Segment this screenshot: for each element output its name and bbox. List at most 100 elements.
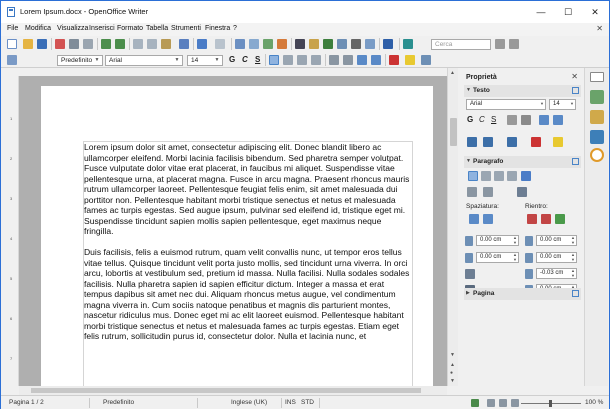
spinner-icon[interactable]: ▲▼ <box>513 235 517 245</box>
numbering-icon[interactable] <box>329 55 339 65</box>
menu-formato[interactable]: Formato <box>117 25 143 32</box>
indent-after-field[interactable]: 0.00 cm ▲ ▼ <box>536 252 577 263</box>
sidebar-align-right-icon[interactable] <box>494 171 504 181</box>
open-folder-icon[interactable] <box>23 39 33 49</box>
font-size-select[interactable]: 14 ▼ <box>187 55 223 66</box>
menu-finestra[interactable]: Finestra <box>205 25 230 32</box>
book-view-icon[interactable] <box>511 399 519 407</box>
close-document-button[interactable]: ✕ <box>596 24 603 33</box>
subscript-icon[interactable] <box>507 137 517 147</box>
zoom-level[interactable]: 100 % <box>585 399 603 406</box>
strikethrough-icon[interactable] <box>507 115 517 125</box>
line-spacing-icon[interactable] <box>517 187 527 197</box>
bold-button[interactable]: G <box>229 55 235 64</box>
menu-help[interactable]: ? <box>233 25 237 32</box>
previous-page-icon[interactable]: ▲ <box>450 362 455 368</box>
decrease-indent-sidebar-icon[interactable] <box>541 214 551 224</box>
font-color-icon[interactable] <box>389 55 399 65</box>
scroll-up-icon[interactable]: ▲ <box>450 70 455 76</box>
section-page-header[interactable]: ▶ Pagina <box>464 288 581 300</box>
character-spacing-icon[interactable] <box>467 137 477 147</box>
align-right-icon[interactable] <box>297 55 307 65</box>
horizontal-scrollbar[interactable] <box>19 386 447 395</box>
print-icon[interactable] <box>69 39 79 49</box>
sidebar-font-color-icon[interactable] <box>531 137 541 147</box>
minimize-button[interactable]: — <box>530 4 552 20</box>
align-center-icon[interactable] <box>283 55 293 65</box>
menu-tabella[interactable]: Tabella <box>146 25 168 32</box>
navigator-tab-icon[interactable] <box>590 148 604 162</box>
scrollbar-thumb[interactable] <box>450 118 457 146</box>
menu-visualizza[interactable]: Visualizza <box>57 25 88 32</box>
section-text-header[interactable]: ▼ Testo <box>464 85 581 97</box>
zoom-icon[interactable] <box>365 39 375 49</box>
undo-icon[interactable] <box>197 39 207 49</box>
redo-icon[interactable] <box>215 39 225 49</box>
save-icon[interactable] <box>37 39 47 49</box>
print-preview-icon[interactable] <box>83 39 93 49</box>
sidebar-bullets-icon[interactable] <box>467 187 477 197</box>
menu-strumenti[interactable]: Strumenti <box>171 25 201 32</box>
decrease-indent-icon[interactable] <box>357 55 367 65</box>
increase-indent-icon[interactable] <box>371 55 381 65</box>
find-previous-icon[interactable] <box>495 39 505 49</box>
grow-font-icon[interactable] <box>539 115 549 125</box>
sidebar-highlight-icon[interactable] <box>553 137 563 147</box>
justify-icon[interactable] <box>311 55 321 65</box>
close-sidebar-button[interactable]: ✕ <box>571 72 578 81</box>
line-spacing-dropdown-icon[interactable] <box>465 269 475 279</box>
page-style[interactable]: Predefinito <box>103 399 134 406</box>
single-page-view-icon[interactable] <box>487 399 495 407</box>
decrease-spacing-icon[interactable] <box>483 214 493 224</box>
sidebar-menu-icon[interactable] <box>590 72 604 82</box>
sidebar-underline-icon[interactable]: S <box>491 115 501 125</box>
sidebar-size-select[interactable]: 14 ▼ <box>549 99 576 110</box>
space-above-field[interactable]: 0.00 cm ▲ ▼ <box>476 235 519 246</box>
chart-icon[interactable] <box>277 39 287 49</box>
styles-icon[interactable] <box>7 55 17 65</box>
close-button[interactable]: ✕ <box>584 4 606 20</box>
find-next-icon[interactable] <box>509 39 519 49</box>
menu-modifica[interactable]: Modifica <box>25 25 51 32</box>
bullets-icon[interactable] <box>343 55 353 65</box>
paragraph-style-select[interactable]: Predefinito ▼ <box>57 55 103 66</box>
navigation-icon[interactable]: ● <box>450 370 453 376</box>
more-options-icon[interactable] <box>572 158 579 165</box>
underline-button[interactable]: S <box>255 55 260 64</box>
increase-spacing-icon[interactable] <box>469 214 479 224</box>
properties-tab-icon[interactable] <box>590 90 604 104</box>
menu-file[interactable]: File <box>7 25 18 32</box>
gallery-icon[interactable] <box>323 39 333 49</box>
find-replace-icon[interactable] <box>295 39 305 49</box>
next-page-icon[interactable]: ▼ <box>450 378 455 384</box>
cut-icon[interactable] <box>133 39 143 49</box>
gallery-tab-icon[interactable] <box>590 130 604 144</box>
sidebar-font-select[interactable]: Arial ▼ <box>466 99 546 110</box>
text-area[interactable]: Lorem ipsum dolor sit amet, consectetur … <box>83 141 413 386</box>
scroll-down-icon[interactable]: ▼ <box>450 352 455 358</box>
shrink-font-icon[interactable] <box>553 115 563 125</box>
paste-icon[interactable] <box>161 39 171 49</box>
copy-icon[interactable] <box>147 39 157 49</box>
italic-button[interactable]: C <box>242 55 248 64</box>
align-left-icon[interactable] <box>269 55 279 65</box>
page-count[interactable]: Pagina 1 / 2 <box>9 399 44 406</box>
sidebar-italic-icon[interactable]: C <box>479 115 489 125</box>
image-icon[interactable] <box>263 39 273 49</box>
multi-page-view-icon[interactable] <box>499 399 507 407</box>
spinner-icon[interactable]: ▲▼ <box>571 268 575 278</box>
superscript-icon[interactable] <box>483 137 493 147</box>
section-paragraph-header[interactable]: ▼ Paragrafo <box>464 156 581 168</box>
new-document-icon[interactable] <box>7 39 17 49</box>
search-toolbar-icon[interactable] <box>403 39 413 49</box>
more-options-icon[interactable] <box>572 87 579 94</box>
vertical-scrollbar[interactable]: ▲ ▼ ▲ ● ▼ <box>447 68 458 386</box>
paragraph-bg-icon[interactable] <box>521 171 531 181</box>
indent-before-field[interactable]: 0.00 cm ▲ ▼ <box>536 235 577 246</box>
selection-mode[interactable]: STD <box>301 399 314 406</box>
data-sources-icon[interactable] <box>337 39 347 49</box>
document-page[interactable]: Lorem ipsum dolor sit amet, consectetur … <box>41 86 433 386</box>
table-icon[interactable] <box>249 39 259 49</box>
help-icon[interactable] <box>383 39 393 49</box>
font-name-select[interactable]: Arial ▼ <box>105 55 183 66</box>
